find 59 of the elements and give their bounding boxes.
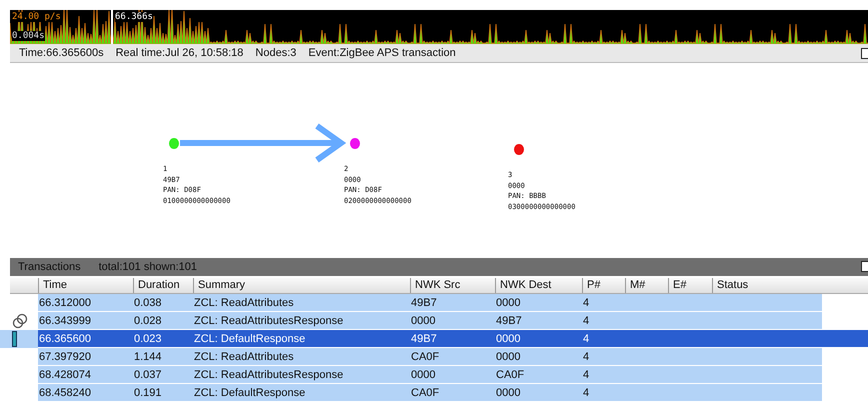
- table-cell-text: ZCL: ReadAttributesResponse: [193, 368, 344, 380]
- time-label: Time:66.365600s: [19, 47, 104, 59]
- table-cell-text: 0000: [495, 386, 522, 398]
- table-cell-text: 0.023: [133, 332, 163, 344]
- table-cell-text: 0.191: [133, 386, 163, 398]
- table-cell-text: 0000: [495, 296, 522, 308]
- column-header[interactable]: M#: [625, 278, 668, 293]
- table-cell-text: 0000: [495, 350, 522, 362]
- table-cell-text: 68.428074: [38, 368, 92, 380]
- node-dot[interactable]: [350, 138, 360, 149]
- column-header[interactable]: Duration: [133, 278, 193, 293]
- rate-label: 24.00 p/s: [12, 12, 61, 22]
- table-cell-text: 0.037: [133, 368, 163, 380]
- table-cell-text: 0.038: [133, 296, 163, 308]
- table-cell-text: ZCL: DefaultResponse: [193, 332, 306, 344]
- cursor-time-label: 66.366s: [115, 12, 153, 22]
- table-cell-text: 66.343999: [38, 314, 92, 326]
- scale-label: 0.004s: [12, 31, 45, 41]
- column-header[interactable]: E#: [668, 278, 712, 293]
- selection-marker: [12, 331, 17, 347]
- table-cell-text: 66.312000: [38, 296, 92, 308]
- table-cell-text: 0000: [410, 314, 436, 326]
- table-cell-text: 0000: [410, 368, 436, 380]
- column-header[interactable]: NWK Src: [410, 278, 495, 293]
- nodes-label: Nodes:3: [255, 47, 296, 59]
- table-cell-text: ZCL: ReadAttributesResponse: [193, 314, 344, 326]
- table-cell-text: 49B7: [410, 296, 438, 308]
- table-cell-text: 49B7: [410, 332, 438, 344]
- table-cell-text: 66.365600: [38, 332, 92, 344]
- table-cell-text: CA0F: [410, 350, 440, 362]
- table-cell-text: ZCL: ReadAttributes: [193, 350, 295, 362]
- table-cell-text: 0.028: [133, 314, 163, 326]
- table-cell-text: 1.144: [133, 350, 163, 362]
- table-cell-text: 68.458240: [38, 386, 92, 398]
- table-cell-text: 4: [582, 368, 590, 380]
- activity-timeline[interactable]: 24.00 p/s 0.004s 66.366s: [10, 10, 868, 44]
- column-header[interactable]: Status: [712, 278, 822, 293]
- table-cell-text: ZCL: ReadAttributes: [193, 296, 295, 308]
- table-cell-text: CA0F: [410, 386, 440, 398]
- event-label: Event:ZigBee APS transaction: [308, 47, 456, 59]
- table-cell-text: 49B7: [495, 314, 523, 326]
- table-cell-text: 4: [582, 332, 590, 344]
- transactions-counts: total:101 shown:101: [98, 261, 198, 273]
- node-dot[interactable]: [514, 144, 524, 155]
- node-dot[interactable]: [169, 138, 179, 149]
- table-cell-text: 0000: [495, 332, 522, 344]
- real-time-label: Real time:Jul 26, 10:58:18: [116, 47, 244, 59]
- table-cell-text: 67.397920: [38, 350, 92, 362]
- table-cell-text: 4: [582, 314, 590, 326]
- table-cell-text: 4: [582, 386, 590, 398]
- table-cell-text: ZCL: DefaultResponse: [193, 386, 306, 398]
- table-cell-text: 4: [582, 350, 590, 362]
- column-header[interactable]: P#: [582, 278, 625, 293]
- table-cell-text: 4: [582, 296, 590, 308]
- transactions-title: Transactions: [18, 261, 81, 273]
- column-header[interactable]: Summary: [193, 278, 410, 293]
- column-header[interactable]: NWK Dest: [495, 278, 582, 293]
- column-header[interactable]: Time: [38, 278, 133, 293]
- table-cell-text: CA0F: [495, 368, 526, 380]
